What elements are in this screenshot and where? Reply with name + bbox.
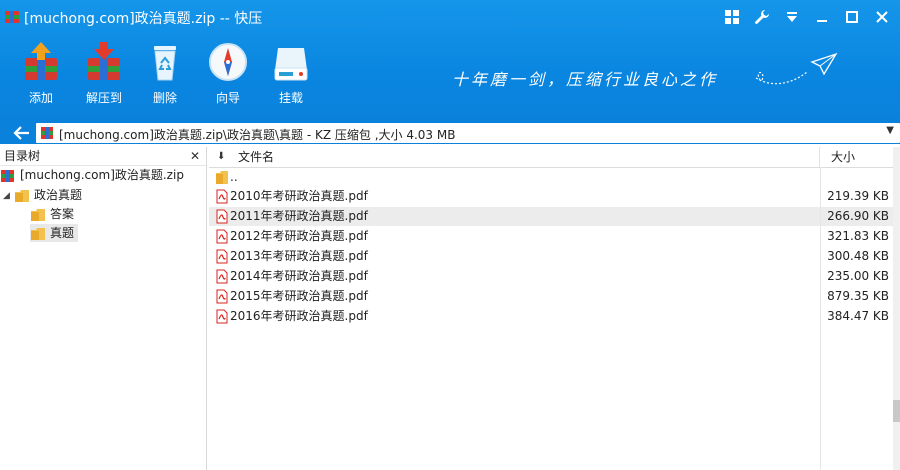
delete-label: 删除 xyxy=(152,91,177,105)
column-name-header[interactable]: ⬇ 文件名 xyxy=(209,147,820,167)
file-row[interactable]: 2014年考研政治真题.pdf 235.00 KB xyxy=(209,267,900,286)
app-logo-icon xyxy=(5,11,19,23)
slogan-text: 十年磨一剑，压缩行业良心之作 xyxy=(452,70,719,89)
file-name: 2012年考研政治真题.pdf xyxy=(230,229,368,243)
address-bar: [muchong.com]政治真题.zip\政治真题\真题 - KZ 压缩包 ,… xyxy=(0,122,900,144)
tree-item-root[interactable]: [muchong.com]政治真题.zip xyxy=(0,166,184,184)
folder-icon xyxy=(15,189,29,202)
file-name: 2015年考研政治真题.pdf xyxy=(230,289,368,303)
file-name: 2016年考研政治真题.pdf xyxy=(230,309,368,323)
file-list-header: ⬇ 文件名 大小 xyxy=(209,147,900,168)
file-name: 2010年考研政治真题.pdf xyxy=(230,189,368,203)
tree-item-label: 政治真题 xyxy=(34,188,83,202)
add-button[interactable]: 添加 xyxy=(13,40,69,106)
tree-header: 目录树 ✕ xyxy=(0,147,206,166)
tree-item-answers[interactable]: 答案 xyxy=(30,205,74,223)
pdf-file-icon xyxy=(216,189,228,204)
tree-item-folder[interactable]: 政治真题 xyxy=(14,186,82,204)
column-name-label: 文件名 xyxy=(238,150,275,164)
window-title: [muchong.com]政治真题.zip -- 快压 xyxy=(24,11,263,27)
address-field[interactable]: [muchong.com]政治真题.zip\政治真题\真题 - KZ 压缩包 ,… xyxy=(36,123,900,143)
file-size: 384.47 KB xyxy=(827,309,889,323)
tree-item-questions[interactable]: 真题 xyxy=(30,224,79,242)
maximize-icon[interactable] xyxy=(838,4,866,30)
file-size: 219.39 KB xyxy=(827,189,889,203)
chevron-down-icon[interactable]: ▼ xyxy=(886,125,894,136)
archive-icon xyxy=(1,169,14,182)
wizard-label: 向导 xyxy=(215,91,240,105)
extract-button[interactable]: 解压到 xyxy=(76,40,132,106)
file-name: 2014年考研政治真题.pdf xyxy=(230,269,368,283)
close-pane-icon[interactable]: ✕ xyxy=(190,147,200,165)
pdf-file-icon xyxy=(216,309,228,324)
folder-icon xyxy=(216,171,228,184)
file-row[interactable]: 2010年考研政治真题.pdf 219.39 KB xyxy=(209,187,900,206)
close-icon[interactable] xyxy=(868,4,896,30)
disk-mount-icon xyxy=(274,48,308,81)
folder-icon xyxy=(31,227,45,240)
add-archive-icon xyxy=(25,42,57,80)
grid-icon[interactable] xyxy=(718,4,746,30)
directory-tree-pane: 目录树 ✕ [muchong.com]政治真题.zip ◢ 政治真题 答案 真题 xyxy=(0,147,207,470)
add-label: 添加 xyxy=(28,91,53,105)
file-size: 266.90 KB xyxy=(827,209,889,223)
mount-label: 挂载 xyxy=(278,91,303,105)
file-size: 321.83 KB xyxy=(827,229,889,243)
file-size: 879.35 KB xyxy=(827,289,889,303)
file-size: 235.00 KB xyxy=(827,269,889,283)
back-arrow-icon xyxy=(13,126,29,140)
archive-icon xyxy=(41,127,53,139)
file-name: 2013年考研政治真题.pdf xyxy=(230,249,368,263)
column-size-header[interactable]: 大小 xyxy=(821,147,900,167)
scrollbar-thumb[interactable] xyxy=(893,400,900,422)
extract-label: 解压到 xyxy=(85,91,122,105)
file-row[interactable]: 2016年考研政治真题.pdf 384.47 KB xyxy=(209,307,900,326)
extract-icon xyxy=(88,42,120,80)
pdf-file-icon xyxy=(216,269,228,284)
recycle-bin-icon xyxy=(154,46,176,81)
menu-icon[interactable] xyxy=(778,4,806,30)
tree-item-label: [muchong.com]政治真题.zip xyxy=(20,168,184,182)
column-size-label: 大小 xyxy=(831,150,856,164)
paper-plane-icon xyxy=(755,52,838,85)
wrench-icon[interactable] xyxy=(748,4,776,30)
compass-icon xyxy=(209,43,247,81)
pdf-file-icon xyxy=(216,229,228,244)
file-size: 300.48 KB xyxy=(827,249,889,263)
file-row[interactable]: 2012年考研政治真题.pdf 321.83 KB xyxy=(209,227,900,246)
column-divider xyxy=(820,167,821,470)
tree-item-label: 答案 xyxy=(50,207,75,221)
tree-header-label: 目录树 xyxy=(4,149,41,163)
file-name: .. xyxy=(230,170,238,184)
file-list-pane: ⬇ 文件名 大小 .. 2010年考研政治真题.pdf 219.39 KB 20… xyxy=(209,147,900,470)
mount-button[interactable]: 挂载 xyxy=(263,40,319,106)
wizard-button[interactable]: 向导 xyxy=(200,40,256,106)
address-path: [muchong.com]政治真题.zip\政治真题\真题 - KZ 压缩包 ,… xyxy=(59,128,456,142)
parent-dir-row[interactable]: .. xyxy=(209,168,900,187)
sort-down-icon: ⬇ xyxy=(217,151,226,162)
pdf-file-icon xyxy=(216,249,228,264)
file-row[interactable]: 2011年考研政治真题.pdf 266.90 KB xyxy=(209,207,900,226)
title-bar: [muchong.com]政治真题.zip -- 快压 添加 解压到 删除 向导… xyxy=(0,0,900,122)
delete-button[interactable]: 删除 xyxy=(137,40,193,106)
file-name: 2011年考研政治真题.pdf xyxy=(230,209,368,223)
minimize-icon[interactable] xyxy=(808,4,836,30)
pdf-file-icon xyxy=(216,209,228,224)
folder-icon xyxy=(31,208,45,221)
collapse-arrow-icon[interactable]: ◢ xyxy=(3,191,10,201)
file-row[interactable]: 2015年考研政治真题.pdf 879.35 KB xyxy=(209,287,900,306)
file-row[interactable]: 2013年考研政治真题.pdf 300.48 KB xyxy=(209,247,900,266)
pdf-file-icon xyxy=(216,289,228,304)
tree-item-label: 真题 xyxy=(50,226,75,240)
back-button[interactable] xyxy=(12,123,36,143)
